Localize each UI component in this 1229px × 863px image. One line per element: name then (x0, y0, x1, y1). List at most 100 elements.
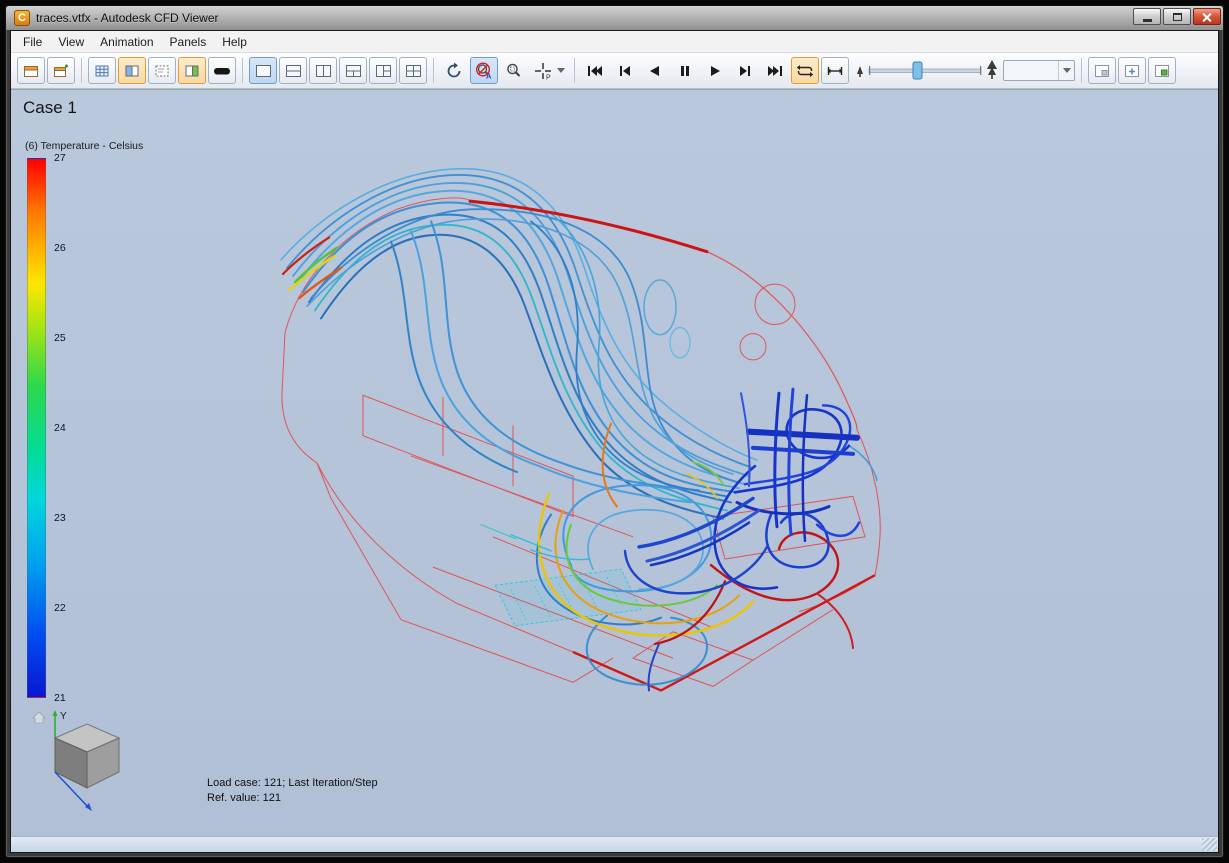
menu-help[interactable]: Help (214, 32, 255, 52)
layout-quad-icon (405, 64, 421, 77)
overlay-panel-button[interactable] (1088, 57, 1116, 84)
loop-playback-button[interactable] (791, 57, 819, 84)
maximize-icon (1172, 12, 1182, 21)
probe-point-button[interactable]: P (530, 57, 568, 84)
legend-tick: 24 (54, 422, 66, 434)
step-back-button[interactable] (611, 57, 639, 84)
panel-green-icon (185, 65, 199, 76)
layout-hsplit-icon (285, 64, 301, 77)
zoom-a-label: A (486, 71, 492, 80)
window-new-icon (54, 64, 68, 77)
window-content: File View Animation Panels Help A P Case… (10, 30, 1219, 853)
minimize-button[interactable] (1133, 8, 1161, 25)
legend-tick: 21 (54, 692, 66, 704)
app-icon-letter: C (18, 12, 26, 24)
skip-end-icon (768, 65, 782, 76)
layout-quad-button[interactable] (399, 57, 427, 84)
probe-dropdown-arrow[interactable] (556, 68, 565, 73)
legend-colorbar (27, 158, 46, 698)
display-style-button[interactable] (208, 57, 236, 84)
menu-panels[interactable]: Panels (162, 32, 215, 52)
pause-icon (681, 65, 689, 76)
legend-title: (6) Temperature - Celsius (25, 140, 144, 152)
grid-icon (95, 65, 109, 76)
menu-animation[interactable]: Animation (92, 32, 161, 52)
layout-hsplit-button[interactable] (279, 57, 307, 84)
zoom-lock-button[interactable]: A (470, 57, 498, 84)
close-icon (1202, 12, 1212, 22)
overlay-panel-icon (1095, 64, 1109, 77)
panel-left-button[interactable] (118, 57, 146, 84)
probe-p-label: P (546, 74, 551, 80)
layout-t-icon (345, 64, 361, 77)
overlay-green-icon (1155, 64, 1169, 77)
bounce-icon (827, 66, 843, 75)
toolbar-separator (574, 58, 575, 83)
chevron-down-icon (1062, 68, 1071, 73)
toolbar-separator (1081, 58, 1082, 83)
step-forward-icon (739, 65, 750, 76)
layout-right-split-icon (375, 64, 391, 77)
layout-t-button[interactable] (339, 57, 367, 84)
layout-vsplit-button[interactable] (309, 57, 337, 84)
new-window-panel-button[interactable] (47, 57, 75, 84)
status-line-2: Ref. value: 121 (207, 792, 281, 804)
legend-tick: 22 (54, 602, 66, 614)
layout-single-button[interactable] (249, 57, 277, 84)
viewport-3d[interactable]: Case 1 (6) Temperature - Celsius 27 26 2… (11, 89, 1218, 836)
zoom-window-button[interactable] (500, 57, 528, 84)
animation-speed-slider[interactable] (851, 57, 1001, 84)
status-readout: Load case: 121; Last Iteration/Step Ref.… (207, 776, 378, 806)
skip-to-end-button[interactable] (761, 57, 789, 84)
title-bar[interactable]: C traces.vtfx - Autodesk CFD Viewer (6, 6, 1223, 30)
magnifier-icon (507, 63, 521, 77)
maximize-button[interactable] (1163, 8, 1191, 25)
toolbar-separator (242, 58, 243, 83)
menu-bar: File View Animation Panels Help (11, 31, 1218, 53)
layout-right-split-button[interactable] (369, 57, 397, 84)
skip-start-icon (588, 65, 602, 76)
skip-to-start-button[interactable] (581, 57, 609, 84)
case-title: Case 1 (23, 98, 77, 117)
result-select[interactable] (1003, 60, 1075, 81)
rotate-icon (447, 62, 461, 77)
zoom-disabled-icon: A (475, 61, 492, 80)
overlay-add-button[interactable] (1118, 57, 1146, 84)
resize-grip[interactable] (1202, 838, 1217, 851)
app-icon: C (14, 10, 30, 26)
orientation-cube[interactable]: Y (25, 706, 129, 814)
menu-view[interactable]: View (50, 32, 92, 52)
panel-outline-button[interactable] (148, 57, 176, 84)
speed-slider-graphic (857, 60, 997, 80)
layout-single-icon (255, 64, 271, 77)
bounce-playback-button[interactable] (821, 57, 849, 84)
orientation-cube-graphic: Y (32, 710, 121, 811)
step-forward-button[interactable] (731, 57, 759, 84)
status-line-1: Load case: 121; Last Iteration/Step (207, 777, 378, 789)
play-reverse-button[interactable] (641, 57, 669, 84)
minimize-icon (1142, 18, 1152, 22)
menu-file[interactable]: File (15, 32, 50, 52)
app-window: C traces.vtfx - Autodesk CFD Viewer File… (5, 5, 1224, 858)
toolbar-separator (433, 58, 434, 83)
panel-blue-icon (125, 65, 139, 76)
bottom-scroll-strip[interactable] (11, 836, 1218, 852)
pause-button[interactable] (671, 57, 699, 84)
overlay-plus-icon (1125, 64, 1139, 77)
window-panel-button[interactable] (17, 57, 45, 84)
color-legend: (6) Temperature - Celsius 27 26 25 24 23… (25, 140, 144, 704)
legend-tick: 25 (54, 332, 66, 344)
panel-legend-button[interactable] (178, 57, 206, 84)
rotate-view-button[interactable] (440, 57, 468, 84)
close-button[interactable] (1193, 8, 1221, 25)
home-icon (32, 711, 46, 724)
table-view-button[interactable] (88, 57, 116, 84)
layout-vsplit-icon (315, 64, 331, 77)
play-icon (711, 65, 720, 76)
window-icon (24, 65, 38, 77)
play-button[interactable] (701, 57, 729, 84)
window-title: traces.vtfx - Autodesk CFD Viewer (36, 11, 219, 25)
dark-pill-icon (214, 67, 230, 74)
combo-arrow[interactable] (1058, 61, 1074, 80)
overlay-color-button[interactable] (1148, 57, 1176, 84)
